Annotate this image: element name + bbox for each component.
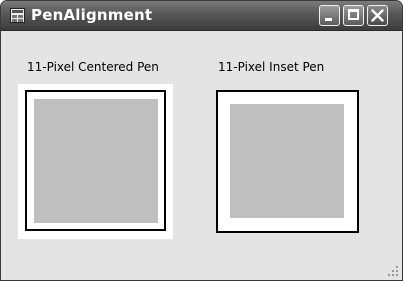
maximize-button[interactable] [343,5,364,26]
client-area: 11-Pixel Centered Pen 11-Pixel Inset Pen [4,31,399,279]
close-icon [371,9,384,22]
inset-fill-rectangle [230,104,344,218]
maximize-icon [348,9,359,20]
app-window-icon[interactable] [10,8,25,23]
inset-pen-label: 11-Pixel Inset Pen [218,60,325,74]
app-window: PenAlignment 11-Pixel Centered Pen 11-Pi… [0,0,403,281]
centered-pen-label: 11-Pixel Centered Pen [27,60,159,74]
resize-grip-icon[interactable] [388,266,400,278]
minimize-button[interactable] [319,5,340,26]
close-button[interactable] [367,5,388,26]
minimize-icon [325,18,332,21]
title-bar[interactable]: PenAlignment [1,1,402,31]
window-title: PenAlignment [31,6,153,24]
centered-fill-rectangle [34,99,158,223]
